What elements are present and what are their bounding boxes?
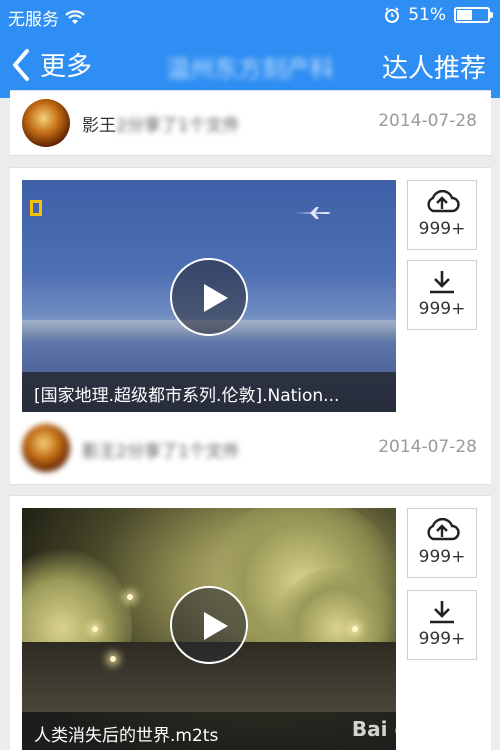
feed-card: 影王2分享了1个文件 2014-07-28 xyxy=(10,90,491,156)
play-button[interactable] xyxy=(170,258,248,336)
video-title: 人类消失后的世界.m2ts xyxy=(22,712,396,750)
author-name: 影王2分享了1个文件 xyxy=(82,116,240,136)
chevron-left-icon xyxy=(13,48,29,81)
cloud-upload-icon xyxy=(427,517,460,541)
alarm-icon xyxy=(385,7,400,23)
battery-icon xyxy=(454,7,493,23)
feed-card: 人类消失后的世界.m2ts 999+ 999+ xyxy=(10,495,491,750)
expert-recommend-button[interactable]: 达人推荐 xyxy=(382,48,486,85)
author-row[interactable]: 影王2分享了1个文件 2014-07-28 xyxy=(10,416,491,486)
cloud-upload-icon xyxy=(427,189,460,213)
back-button[interactable]: 更多 xyxy=(10,46,92,83)
avatar[interactable] xyxy=(22,99,70,147)
video-thumbnail[interactable]: [国家地理.超级都市系列.伦敦].Nation... xyxy=(22,180,396,412)
wifi-icon xyxy=(65,9,85,24)
carrier-label: 无服务 xyxy=(8,10,59,30)
share-button[interactable]: 999+ xyxy=(407,508,477,578)
download-button[interactable]: 999+ xyxy=(407,260,477,330)
share-button[interactable]: 999+ xyxy=(407,180,477,250)
status-left: 无服务 xyxy=(8,5,85,30)
status-bar: 无服务 51% xyxy=(0,0,500,32)
post-date: 2014-07-28 xyxy=(378,437,477,457)
download-count: 999+ xyxy=(418,629,466,649)
download-count: 999+ xyxy=(418,299,466,319)
page-title: 温州东方刻产科 xyxy=(166,55,334,83)
status-right: 51% xyxy=(384,5,493,25)
share-count: 999+ xyxy=(418,219,466,239)
airplane-image xyxy=(294,207,331,219)
author-name: 影王2分享了1个文件 xyxy=(82,442,240,462)
download-icon xyxy=(430,271,454,294)
channel-logo xyxy=(30,200,42,216)
download-icon xyxy=(430,601,454,624)
feed-card: [国家地理.超级都市系列.伦敦].Nation... 999+ 999+ 影王2… xyxy=(10,167,491,485)
author-row[interactable]: 影王2分享了1个文件 2014-07-28 xyxy=(10,87,491,157)
avatar[interactable] xyxy=(22,424,70,472)
battery-percent: 51% xyxy=(408,5,446,25)
watermark: Bai du 经验 xyxy=(351,717,470,741)
post-date: 2014-07-28 xyxy=(378,111,477,131)
video-title: [国家地理.超级都市系列.伦敦].Nation... xyxy=(22,372,396,412)
back-label: 更多 xyxy=(40,52,93,82)
play-button[interactable] xyxy=(170,586,248,664)
video-thumbnail[interactable]: 人类消失后的世界.m2ts xyxy=(22,508,396,750)
download-button[interactable]: 999+ xyxy=(407,590,477,660)
share-count: 999+ xyxy=(418,547,466,567)
